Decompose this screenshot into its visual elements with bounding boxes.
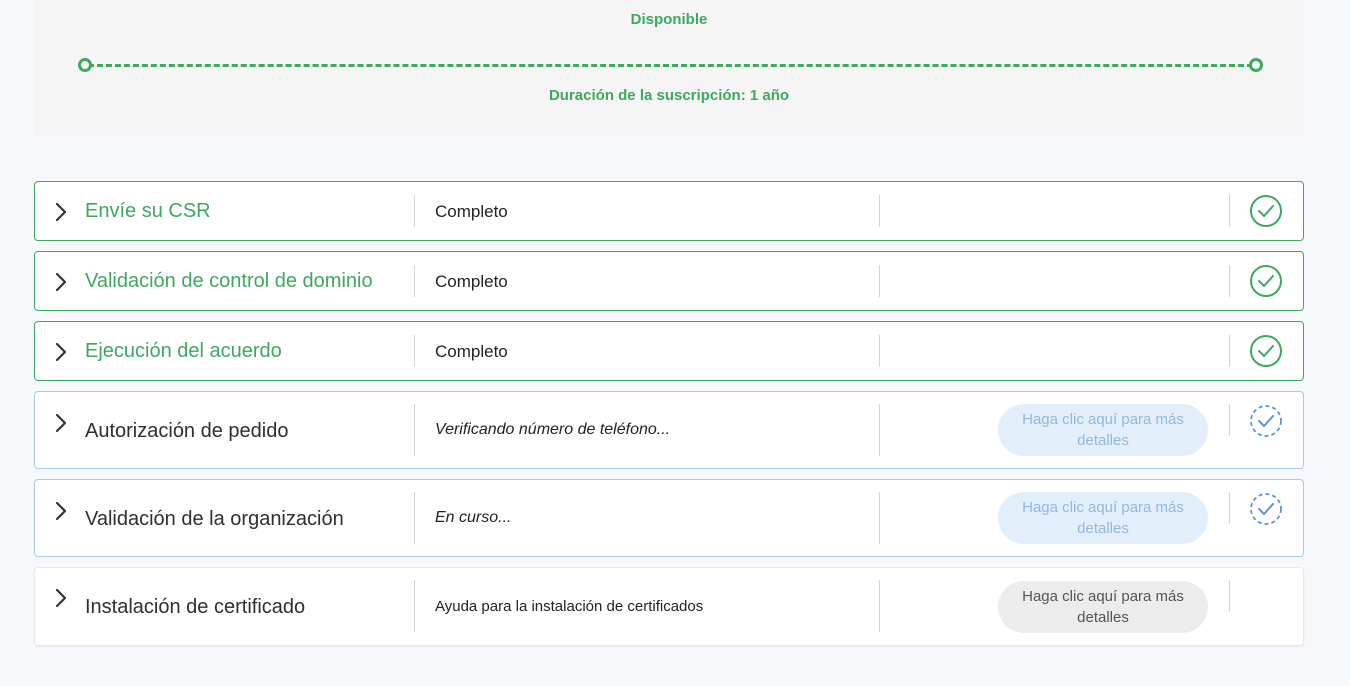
- chevron-right-icon[interactable]: [53, 501, 69, 521]
- step-row-agreement[interactable]: Ejecución del acuerdo Completo: [34, 321, 1304, 381]
- column-divider: [879, 195, 880, 227]
- column-divider: [1229, 335, 1230, 367]
- column-divider: [1229, 404, 1230, 436]
- details-button[interactable]: Haga clic aquí para más detalles: [998, 492, 1208, 544]
- column-divider: [1229, 580, 1230, 612]
- step-title: Validación de la organización: [85, 508, 344, 530]
- chevron-right-icon[interactable]: [53, 272, 69, 292]
- step-status: Ayuda para la instalación de certificado…: [435, 598, 704, 615]
- column-divider: [414, 335, 415, 367]
- details-button[interactable]: Haga clic aquí para más detalles: [998, 404, 1208, 456]
- chevron-right-icon[interactable]: [53, 202, 69, 222]
- step-title: Instalación de certificado: [85, 596, 306, 618]
- step-status: Completo: [435, 202, 508, 221]
- step-title: Ejecución del acuerdo: [85, 340, 282, 362]
- step-status: Completo: [435, 272, 508, 291]
- chevron-right-icon[interactable]: [53, 588, 69, 608]
- chevron-right-icon[interactable]: [53, 413, 69, 433]
- pending-check-icon: [1250, 493, 1282, 525]
- subscription-timeline: [78, 58, 1263, 72]
- column-divider: [414, 195, 415, 227]
- step-title: Validación de control de dominio: [85, 270, 373, 292]
- step-status: En curso...: [435, 509, 512, 526]
- column-divider: [1229, 265, 1230, 297]
- subscription-duration: Duración de la suscripción: 1 año: [548, 87, 790, 104]
- column-divider: [414, 492, 415, 544]
- step-row-order-authorization[interactable]: Autorización de pedido Verificando númer…: [34, 391, 1304, 469]
- details-button[interactable]: Haga clic aquí para más detalles: [998, 581, 1208, 633]
- step-status: Completo: [435, 342, 508, 361]
- column-divider: [879, 335, 880, 367]
- column-divider: [414, 265, 415, 297]
- check-circle-icon: [1250, 335, 1282, 367]
- step-title: Envíe su CSR: [85, 200, 211, 222]
- check-circle-icon: [1250, 265, 1282, 297]
- step-title: Autorización de pedido: [85, 420, 289, 442]
- check-circle-icon: [1250, 195, 1282, 227]
- step-row-organization-validation[interactable]: Validación de la organización En curso..…: [34, 479, 1304, 557]
- step-row-certificate-installation[interactable]: Instalación de certificado Ayuda para la…: [34, 567, 1304, 646]
- column-divider: [879, 265, 880, 297]
- timeline-dashed-line: [88, 64, 1253, 67]
- step-row-domain-validation[interactable]: Validación de control de dominio Complet…: [34, 251, 1304, 311]
- column-divider: [879, 580, 880, 632]
- timeline-end-dot: [1249, 58, 1263, 72]
- step-row-send-csr[interactable]: Envíe su CSR Completo: [34, 181, 1304, 241]
- column-divider: [414, 580, 415, 632]
- subscription-panel: Disponible Duración de la suscripción: 1…: [34, 0, 1304, 136]
- subscription-status: Disponible: [630, 11, 708, 28]
- pending-check-icon: [1250, 405, 1282, 437]
- timeline-start-dot: [78, 58, 92, 72]
- column-divider: [414, 404, 415, 456]
- column-divider: [1229, 492, 1230, 524]
- step-status: Verificando número de teléfono...: [435, 421, 671, 438]
- column-divider: [879, 404, 880, 456]
- column-divider: [1229, 195, 1230, 227]
- chevron-right-icon[interactable]: [53, 342, 69, 362]
- column-divider: [879, 492, 880, 544]
